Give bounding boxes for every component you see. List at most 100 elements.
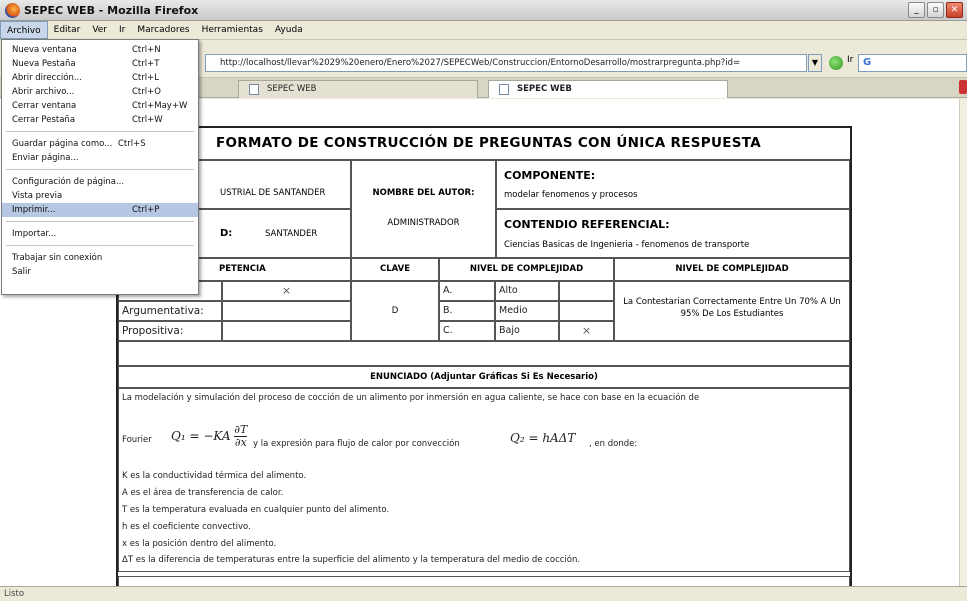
level-mark bbox=[559, 301, 614, 321]
component-value: modelar fenomenos y procesos bbox=[504, 190, 638, 200]
competence-mark bbox=[222, 321, 351, 341]
search-box[interactable]: G bbox=[858, 54, 967, 72]
menu-item-nueva-ventana[interactable]: Nueva ventana Ctrl+N bbox=[2, 43, 198, 57]
status-bar: Listo bbox=[0, 586, 967, 601]
url-bar[interactable]: http://localhost/llevar%2029%20enero/Ene… bbox=[205, 54, 807, 72]
menu-item-sin-conexion[interactable]: Trabajar sin conexión bbox=[2, 251, 198, 265]
menu-herramientas[interactable]: Herramientas bbox=[196, 21, 269, 39]
window-title: SEPEC WEB - Mozilla Firefox bbox=[24, 4, 199, 17]
menu-item-abrir-direccion[interactable]: Abrir dirección... Ctrl+L bbox=[2, 71, 198, 85]
menu-item-salir[interactable]: Salir bbox=[2, 265, 198, 279]
menu-item-imprimir[interactable]: Imprimir... Ctrl+P bbox=[2, 203, 198, 217]
menu-item-configuracion[interactable]: Configuración de página... bbox=[2, 175, 198, 189]
close-button[interactable]: ✕ bbox=[946, 2, 963, 18]
level-name: Medio bbox=[495, 301, 559, 321]
definition-line: K es la conductividad térmica del alimen… bbox=[122, 471, 307, 481]
menu-item-label: Vista previa bbox=[12, 191, 63, 201]
menu-bar: Archivo Editar Ver Ir Marcadores Herrami… bbox=[0, 21, 967, 40]
menu-item-shortcut: Ctrl+P bbox=[132, 205, 160, 215]
level-name: Bajo bbox=[495, 321, 559, 341]
equation-1: Q₁ = −KA ∂T ∂x bbox=[171, 424, 248, 449]
minimize-button[interactable]: _ bbox=[908, 2, 925, 18]
author-value: ADMINISTRADOR bbox=[387, 218, 460, 228]
reference-value: Ciencias Basicas de Ingenieria - fenomen… bbox=[504, 240, 750, 250]
fourier-label: Fourier bbox=[122, 435, 152, 445]
menu-item-nueva-pestana[interactable]: Nueva Pestaña Ctrl+T bbox=[2, 57, 198, 71]
key-header: CLAVE bbox=[351, 258, 439, 281]
firefox-logo-icon bbox=[5, 3, 20, 18]
component-label: COMPONENTE: bbox=[504, 169, 596, 182]
component-cell: COMPONENTE: modelar fenomenos y procesos bbox=[496, 160, 850, 209]
definition-line: h es el coeficiente convectivo. bbox=[122, 522, 251, 532]
menu-item-vista-previa[interactable]: Vista previa bbox=[2, 189, 198, 203]
menu-item-cerrar-pestana[interactable]: Cerrar Pestaña Ctrl+W bbox=[2, 113, 198, 127]
next-row bbox=[118, 576, 850, 586]
definition-line: T es la temperatura evaluada en cualquie… bbox=[122, 505, 390, 515]
level-header: NIVEL DE COMPLEJIDAD bbox=[439, 258, 614, 281]
menu-item-label: Nueva ventana bbox=[12, 45, 77, 55]
url-dropdown-icon[interactable]: ▼ bbox=[808, 54, 822, 72]
menu-item-label: Cerrar ventana bbox=[12, 101, 77, 111]
statement-intro: La modelación y simulación del proceso d… bbox=[122, 393, 700, 403]
competence-label: Argumentativa: bbox=[118, 301, 222, 321]
menu-item-shortcut: Ctrl+O bbox=[132, 87, 161, 97]
tab-label: SEPEC WEB bbox=[517, 84, 572, 94]
level-desc-header: NIVEL DE COMPLEJIDAD bbox=[614, 258, 850, 281]
competence-label: Propositiva: bbox=[118, 321, 222, 341]
tab-label: SEPEC WEB bbox=[267, 84, 317, 94]
question-form: FORMATO DE CONSTRUCCIÓN DE PREGUNTAS CON… bbox=[116, 126, 852, 586]
author-cell: NOMBRE DEL AUTOR: ADMINISTRADOR bbox=[351, 160, 496, 258]
spacer-row bbox=[118, 341, 850, 366]
tab-sepec-1[interactable]: SEPEC WEB bbox=[238, 80, 478, 98]
menu-item-label: Importar... bbox=[12, 229, 57, 239]
browser-window: SEPEC WEB - Mozilla Firefox _ ▫ ✕ Archiv… bbox=[0, 0, 967, 601]
title-bar: SEPEC WEB - Mozilla Firefox _ ▫ ✕ bbox=[0, 0, 967, 21]
menu-item-enviar[interactable]: Enviar página... bbox=[2, 151, 198, 165]
menu-item-shortcut: Ctrl+W bbox=[132, 115, 163, 125]
menu-item-abrir-archivo[interactable]: Abrir archivo... Ctrl+O bbox=[2, 85, 198, 99]
city-value: SANTANDER bbox=[265, 229, 318, 239]
menu-item-label: Abrir dirección... bbox=[12, 73, 82, 83]
menu-item-label: Salir bbox=[12, 267, 31, 277]
menu-item-shortcut: Ctrl+T bbox=[132, 59, 160, 69]
menu-separator bbox=[6, 131, 194, 132]
city-label: D: bbox=[220, 228, 233, 239]
key-value: D bbox=[351, 281, 439, 341]
menu-item-cerrar-ventana[interactable]: Cerrar ventana Ctrl+May+W bbox=[2, 99, 198, 113]
file-menu: Nueva ventana Ctrl+N Nueva Pestaña Ctrl+T … bbox=[1, 39, 199, 295]
menu-item-label: Cerrar Pestaña bbox=[12, 115, 76, 125]
go-button[interactable] bbox=[829, 56, 843, 70]
close-tab-icon[interactable] bbox=[959, 80, 967, 94]
equation-1-denominator: ∂x bbox=[234, 436, 247, 449]
competence-mark bbox=[222, 301, 351, 321]
page-icon bbox=[249, 84, 259, 95]
definition-line: A es el área de transferencia de calor. bbox=[122, 488, 284, 498]
form-title: FORMATO DE CONSTRUCCIÓN DE PREGUNTAS CON… bbox=[118, 128, 850, 160]
menu-ir[interactable]: Ir bbox=[113, 21, 131, 39]
menu-separator bbox=[6, 245, 194, 246]
tab-sepec-2[interactable]: SEPEC WEB bbox=[488, 80, 728, 98]
menu-item-label: Abrir archivo... bbox=[12, 87, 75, 97]
author-label: NOMBRE DEL AUTOR: bbox=[372, 188, 475, 198]
institution-name: USTRIAL DE SANTANDER bbox=[220, 188, 326, 198]
page-icon bbox=[499, 84, 509, 95]
menu-item-guardar[interactable]: Guardar página como... Ctrl+S bbox=[2, 137, 198, 151]
menu-editar[interactable]: Editar bbox=[48, 21, 87, 39]
go-label[interactable]: Ir bbox=[847, 55, 853, 65]
maximize-button[interactable]: ▫ bbox=[927, 2, 944, 18]
menu-item-importar[interactable]: Importar... bbox=[2, 227, 198, 241]
menu-separator bbox=[6, 169, 194, 170]
menu-marcadores[interactable]: Marcadores bbox=[131, 21, 195, 39]
competence-mark: × bbox=[222, 281, 351, 301]
definition-line: ΔT es la diferencia de temperaturas entr… bbox=[122, 555, 581, 565]
vertical-scrollbar[interactable] bbox=[959, 99, 967, 586]
level-mark: × bbox=[559, 321, 614, 341]
google-search-icon: G bbox=[863, 57, 872, 68]
menu-item-label: Guardar página como... bbox=[12, 139, 113, 149]
menu-item-label: Configuración de página... bbox=[12, 177, 125, 187]
menu-ayuda[interactable]: Ayuda bbox=[269, 21, 309, 39]
menu-archivo[interactable]: Archivo bbox=[0, 21, 48, 39]
menu-ver[interactable]: Ver bbox=[86, 21, 113, 39]
menu-item-label: Enviar página... bbox=[12, 153, 79, 163]
menu-item-shortcut: Ctrl+S bbox=[118, 139, 146, 149]
